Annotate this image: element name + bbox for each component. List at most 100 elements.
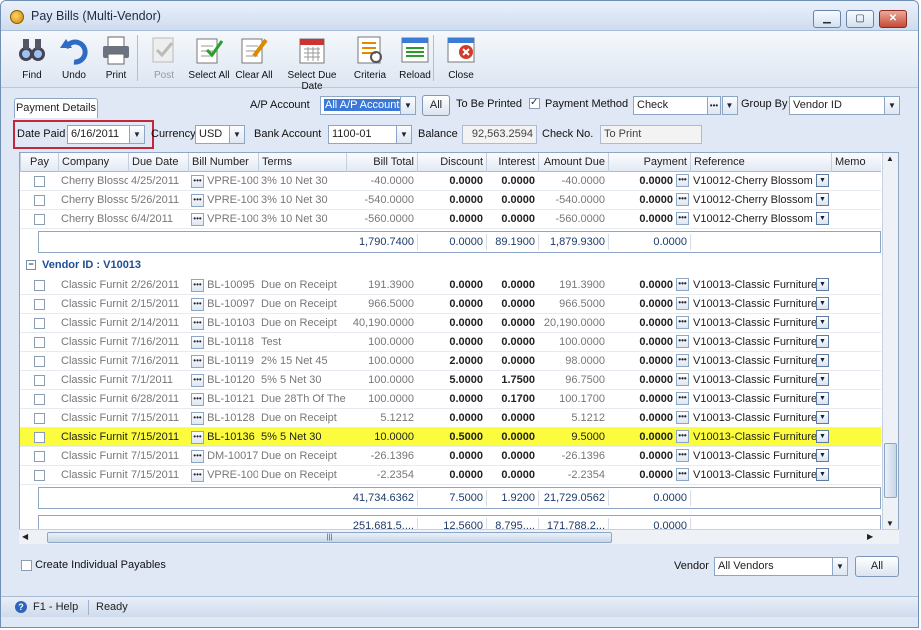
payment-cell[interactable]: 0.0000 ••• — [608, 314, 690, 333]
ellipsis-icon[interactable]: ••• — [676, 354, 689, 367]
chevron-down-icon[interactable]: ▼ — [816, 212, 829, 225]
bill-number-cell[interactable]: ••• BL-10095 — [188, 276, 258, 295]
select-all-button[interactable]: Select All — [187, 34, 231, 86]
ellipsis-icon[interactable]: ••• — [676, 174, 689, 187]
bill-number-cell[interactable]: ••• BL-10119 — [188, 352, 258, 371]
column-header-bill-total[interactable]: Bill Total — [346, 153, 417, 172]
ellipsis-icon[interactable]: ••• — [191, 430, 204, 444]
table-row[interactable]: Cherry Blosso4/25/2011 ••• VPRE-10013% 10… — [20, 172, 881, 191]
chevron-down-icon[interactable]: ▼ — [129, 126, 144, 143]
table-row[interactable]: Classic Furnit 7/1/2011 ••• BL-10120 5% 5 N… — [20, 371, 881, 390]
chevron-down-icon[interactable]: ▼ — [816, 449, 829, 462]
chevron-down-icon[interactable]: ▼ — [816, 468, 829, 481]
ellipsis-icon[interactable]: ••• — [676, 392, 689, 405]
column-header-company[interactable]: Company — [58, 153, 128, 172]
bill-number-cell[interactable]: ••• VPRE-1001 — [188, 172, 258, 191]
bank-account-combo[interactable]: 1100-01 ▼ — [328, 125, 412, 144]
table-row[interactable]: Classic Furnit 7/15/2011 ••• BL-10128 Due o… — [20, 409, 881, 428]
table-row[interactable]: Classic Furnit 2/15/2011 ••• BL-10097 Due o… — [20, 295, 881, 314]
table-row[interactable]: Classic Furnit 7/16/2011 ••• BL-10118 Test 1… — [20, 333, 881, 352]
pay-checkbox[interactable] — [33, 374, 45, 386]
create-individual-payables-checkbox[interactable] — [21, 559, 32, 571]
bill-number-cell[interactable]: ••• BL-10097 — [188, 295, 258, 314]
collapse-icon[interactable]: − — [26, 260, 36, 270]
chevron-down-icon[interactable]: ▼ — [816, 193, 829, 206]
column-header-terms[interactable]: Terms — [258, 153, 346, 172]
pay-checkbox[interactable] — [33, 393, 45, 405]
chevron-down-icon[interactable]: ▼ — [816, 373, 829, 386]
chevron-down-icon[interactable]: ▼ — [396, 126, 411, 143]
reference-cell[interactable]: V10012-Cherry Blossom D ▼ — [690, 210, 831, 229]
payment-method-checkbox[interactable] — [529, 97, 540, 109]
vendor-group-header[interactable]: − Vendor ID : V10013 — [20, 256, 881, 276]
table-row[interactable]: Cherry Blosso6/4/2011 ••• VPRE-10033% 10 … — [20, 210, 881, 229]
print-button[interactable]: Print — [99, 34, 133, 86]
payment-cell[interactable]: 0.0000 ••• — [608, 352, 690, 371]
bill-number-cell[interactable]: ••• BL-10120 — [188, 371, 258, 390]
maximize-button[interactable]: ▢ — [846, 10, 874, 28]
ellipsis-icon[interactable]: ••• — [191, 411, 204, 425]
date-paid-field[interactable]: 6/16/2011 ▼ — [67, 125, 145, 144]
select-due-date-button[interactable]: Select Due Date — [277, 34, 347, 92]
ellipsis-icon[interactable]: ••• — [676, 373, 689, 386]
table-row[interactable]: Classic Furnit 6/28/2011 ••• BL-10121 Due 2… — [20, 390, 881, 409]
pay-checkbox[interactable] — [33, 450, 45, 462]
pay-checkbox[interactable] — [33, 298, 45, 310]
ap-all-button[interactable]: All — [422, 95, 450, 116]
bill-number-cell[interactable]: ••• BL-10136 — [188, 428, 258, 447]
chevron-down-icon[interactable]: ▼ — [816, 411, 829, 424]
reload-button[interactable]: Reload — [396, 34, 434, 86]
chevron-down-icon[interactable]: ▼ — [229, 126, 244, 143]
reference-cell[interactable]: V10012-Cherry Blossom D ▼ — [690, 172, 831, 191]
table-row[interactable]: Classic Furnit 2/26/2011 ••• BL-10095 Due o… — [20, 276, 881, 295]
payment-cell[interactable]: 0.0000 ••• — [608, 371, 690, 390]
payment-method-combo[interactable]: Check ••• — [633, 96, 721, 115]
bill-number-cell[interactable]: ••• VPRE-1002 — [188, 191, 258, 210]
reference-cell[interactable]: V10013-Classic Furniture ▼ — [690, 409, 831, 428]
reference-cell[interactable]: V10013-Classic Furniture ▼ — [690, 390, 831, 409]
ellipsis-icon[interactable]: ••• — [676, 449, 689, 462]
scroll-up-icon[interactable]: ▲ — [886, 154, 894, 163]
column-header-pay[interactable]: Pay — [20, 153, 58, 172]
ellipsis-icon[interactable]: ••• — [191, 193, 204, 207]
clear-all-button[interactable]: Clear All — [234, 34, 274, 86]
pay-checkbox[interactable] — [33, 336, 45, 348]
payment-method-dropdown[interactable]: ▼ — [722, 96, 738, 115]
payment-cell[interactable]: 0.0000 ••• — [608, 295, 690, 314]
ellipsis-icon[interactable]: ••• — [191, 174, 204, 188]
ellipsis-icon[interactable]: ••• — [191, 278, 204, 292]
payment-cell[interactable]: 0.0000 ••• — [608, 447, 690, 466]
table-row[interactable]: Classic Furnit 7/15/2011 ••• BL-10136 5% 5 … — [20, 428, 881, 447]
chevron-down-icon[interactable]: ▼ — [832, 558, 847, 575]
bill-number-cell[interactable]: ••• BL-10118 — [188, 333, 258, 352]
chevron-down-icon[interactable]: ▼ — [884, 97, 899, 114]
tab-payment-details[interactable]: Payment Details — [14, 98, 98, 118]
table-row[interactable]: Classic Furnit 2/14/2011 ••• BL-10103 Due o… — [20, 314, 881, 333]
ellipsis-icon[interactable]: ••• — [676, 212, 689, 225]
column-header-discount[interactable]: Discount — [417, 153, 486, 172]
currency-combo[interactable]: USD ▼ — [195, 125, 245, 144]
reference-cell[interactable]: V10012-Cherry Blossom D ▼ — [690, 191, 831, 210]
payment-cell[interactable]: 0.0000 ••• — [608, 390, 690, 409]
reference-cell[interactable]: V10013-Classic Furniture ▼ — [690, 314, 831, 333]
pay-checkbox[interactable] — [33, 213, 45, 225]
chevron-down-icon[interactable]: ▼ — [816, 354, 829, 367]
chevron-down-icon[interactable]: ▼ — [816, 297, 829, 310]
horizontal-scroll-thumb[interactable]: ||| — [47, 532, 612, 543]
bill-number-cell[interactable]: ••• BL-10121 — [188, 390, 258, 409]
reference-cell[interactable]: V10013-Classic Furniture ▼ — [690, 371, 831, 390]
close-button[interactable]: Close — [444, 34, 478, 86]
table-row[interactable]: Classic Furnit 7/15/2011 ••• DM-10017 Due o… — [20, 447, 881, 466]
payment-cell[interactable]: 0.0000 ••• — [608, 428, 690, 447]
ellipsis-icon[interactable]: ••• — [676, 430, 689, 443]
ellipsis-icon[interactable]: ••• — [707, 97, 720, 114]
column-header-bill-number[interactable]: Bill Number — [188, 153, 258, 172]
minimize-button[interactable]: ▁ — [813, 10, 841, 28]
ellipsis-icon[interactable]: ••• — [191, 316, 204, 330]
table-row[interactable]: Classic Furnit 7/16/2011 ••• BL-10119 2% 15… — [20, 352, 881, 371]
column-header-interest[interactable]: Interest — [486, 153, 538, 172]
column-header-amount-due[interactable]: Amount Due — [538, 153, 608, 172]
ellipsis-icon[interactable]: ••• — [191, 335, 204, 349]
ellipsis-icon[interactable]: ••• — [676, 411, 689, 424]
group-by-combo[interactable]: Vendor ID ▼ — [789, 96, 900, 115]
